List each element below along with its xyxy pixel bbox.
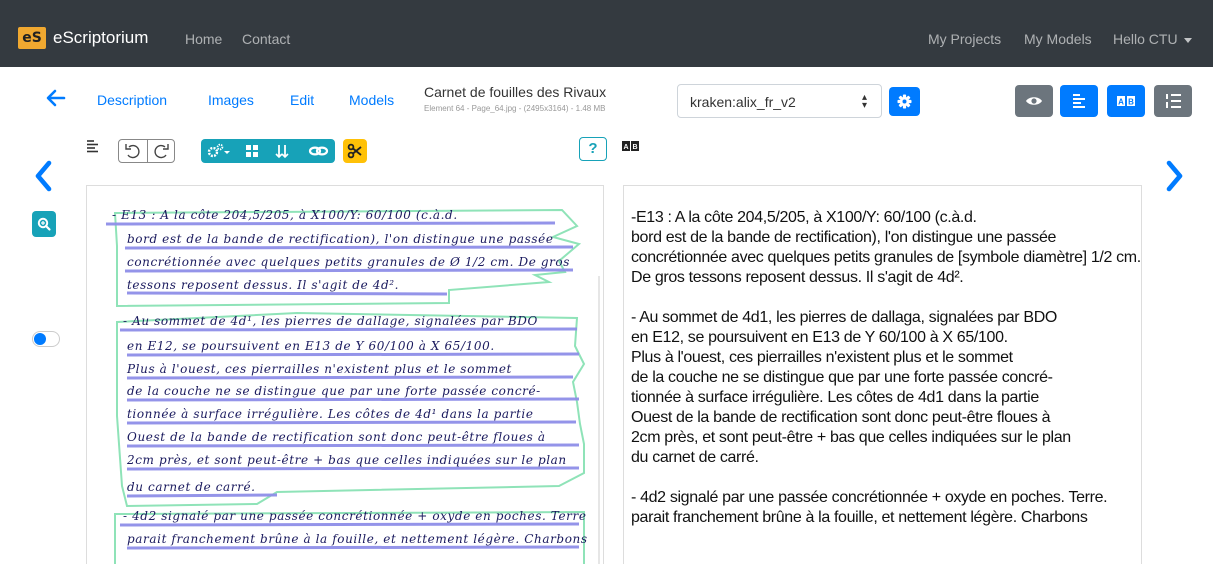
transcription-line[interactable]: Ouest de la bande de rectification sont … (631, 408, 1141, 428)
tab-description[interactable]: Description (97, 92, 167, 108)
handwritten-line: - 4d2 signalé par une passée concrétionn… (123, 509, 587, 523)
handwritten-line: tessons reposent dessus. Il s'agit de 4d… (127, 278, 400, 292)
handwritten-line: parait franchement brûne à la fouille, e… (127, 532, 588, 546)
redo-icon (154, 144, 169, 159)
model-settings-button[interactable] (889, 87, 920, 116)
transcription-blank-line[interactable] (631, 288, 1141, 308)
handwritten-line: Ouest de la bande de rectification sont … (127, 430, 546, 444)
regions-icon (246, 145, 258, 157)
transcription-line[interactable]: De gros tessons reposent dessus. Il s'ag… (631, 268, 1141, 288)
transcription-panel-icon: AB (622, 139, 640, 157)
toggle-knob (34, 333, 46, 345)
segmentation-panel-icon (86, 139, 100, 158)
transcription-line[interactable]: 2cm près, et sont peut-être + bas que ce… (631, 428, 1141, 448)
handwritten-line: Plus à l'ouest, ces pierrailles n'existe… (127, 362, 512, 376)
ab-text-icon: A B (1117, 96, 1135, 107)
eye-icon (1026, 97, 1042, 105)
nav-link-my-models[interactable]: My Models (1024, 31, 1092, 47)
undo-icon (125, 144, 140, 159)
transcription-line[interactable]: en E12, se poursuivent en E13 de Y 60/10… (631, 328, 1141, 348)
handwritten-line: - Au sommet de 4d¹, les pierres de dalla… (123, 314, 538, 328)
transcription-line[interactable]: - Au sommet de 4d1, les pierres de dalla… (631, 308, 1141, 328)
toggle-image-view-button[interactable] (1015, 85, 1053, 117)
zoom-button[interactable] (32, 211, 56, 237)
toggle-segmentation-view-button[interactable] (1060, 85, 1098, 117)
svg-text:B: B (1128, 98, 1134, 107)
model-select-value: kraken:alix_fr_v2 (690, 94, 796, 110)
transcription-line[interactable]: parait franchement brûne à la fouille, e… (631, 508, 1141, 528)
handwritten-line: de la couche ne se distingue que par une… (127, 384, 541, 398)
back-arrow-icon[interactable] (44, 86, 68, 110)
user-menu[interactable]: Hello CTU (1113, 31, 1192, 47)
previous-page-chevron-icon[interactable] (33, 160, 53, 197)
toggle-transcription-view-button[interactable]: A B (1107, 85, 1145, 117)
document-title: Carnet de fouilles des Rivaux (424, 84, 607, 100)
handwritten-line: tionnée à surface irrégulière. Les côtes… (127, 407, 534, 421)
nav-link-home[interactable]: Home (185, 31, 222, 47)
handwritten-line: concrétionnée avec quelques petits granu… (127, 255, 571, 269)
transcription-line[interactable]: du carnet de carré. (631, 448, 1141, 468)
document-meta: Element 64 - Page_64.jpg - (2495x3164) -… (424, 104, 606, 113)
cogs-icon (207, 143, 230, 158)
handwritten-line: 2cm près, et sont peut-être + bas que ce… (127, 453, 567, 467)
segmentation-tools-group (201, 139, 335, 163)
undo-redo-group (118, 139, 175, 163)
handwritten-line: - E13 : A la côte 204,5/205, à X100/Y: 6… (112, 208, 458, 222)
link-lines-button[interactable] (301, 139, 335, 163)
transcription-line[interactable]: bord est de la bande de rectification), … (631, 228, 1141, 248)
sort-order-icon (275, 145, 289, 159)
transcription-line[interactable]: tionnée à surface irrégulière. Les côtes… (631, 388, 1141, 408)
top-navbar: eS eScriptorium Home Contact My Projects… (0, 0, 1213, 67)
reorder-lines-button[interactable] (267, 139, 301, 163)
transcription-line[interactable]: concrétionnée avec quelques petits granu… (631, 248, 1141, 268)
tab-images[interactable]: Images (208, 92, 254, 108)
undo-button[interactable] (119, 140, 147, 162)
help-button[interactable]: ? (579, 137, 607, 161)
user-menu-label: Hello CTU (1113, 31, 1178, 47)
handwritten-line: en E12, se poursuivent en E13 de Y 60/10… (127, 339, 495, 353)
segmentation-panel[interactable]: - E13 : A la côte 204,5/205, à X100/Y: 6… (86, 185, 604, 564)
tab-edit[interactable]: Edit (290, 92, 314, 108)
list-ol-icon (1166, 94, 1181, 108)
next-page-chevron-icon[interactable] (1165, 160, 1185, 197)
toggle-text-view-button[interactable] (1154, 85, 1192, 117)
transcription-model-select[interactable]: kraken:alix_fr_v2 ▴ ▾ (677, 84, 882, 118)
brand-name[interactable]: eScriptorium (53, 28, 148, 48)
transcription-blank-line[interactable] (631, 468, 1141, 488)
sync-panels-toggle[interactable] (32, 331, 60, 347)
nav-link-contact[interactable]: Contact (242, 31, 290, 47)
gear-icon (897, 94, 912, 109)
nav-link-my-projects[interactable]: My Projects (928, 31, 1001, 47)
transcription-panel[interactable]: -E13 : A la côte 204,5/205, à X100/Y: 60… (623, 185, 1142, 564)
transcription-line[interactable]: - 4d2 signalé par une passée concrétionn… (631, 488, 1141, 508)
handwritten-line: bord est de la bande de rectification), … (127, 232, 554, 246)
select-updown-icon: ▴ ▾ (861, 92, 867, 111)
segmentation-settings-button[interactable] (201, 139, 234, 163)
svg-text:A: A (1118, 98, 1124, 107)
transcription-line[interactable]: de la couche ne se distingue que par une… (631, 368, 1141, 388)
svg-text:A: A (623, 144, 628, 151)
link-icon (308, 146, 329, 156)
cut-line-button[interactable] (343, 139, 367, 163)
redo-button[interactable] (148, 140, 175, 162)
transcription-text[interactable]: -E13 : A la côte 204,5/205, à X100/Y: 60… (631, 208, 1141, 528)
handwritten-line: du carnet de carré. (127, 480, 256, 494)
align-left-icon (1073, 94, 1085, 108)
zoom-in-icon (37, 217, 51, 231)
show-regions-button[interactable] (237, 139, 267, 163)
scissors-icon (347, 143, 362, 159)
escriptorium-logo[interactable]: eS (18, 27, 46, 49)
transcription-line[interactable]: Plus à l'ouest, ces pierrailles n'existe… (631, 348, 1141, 368)
svg-text:B: B (632, 144, 637, 151)
caret-down-icon (1183, 37, 1192, 43)
tab-models[interactable]: Models (349, 92, 394, 108)
transcription-line[interactable]: -E13 : A la côte 204,5/205, à X100/Y: 60… (631, 208, 1141, 228)
